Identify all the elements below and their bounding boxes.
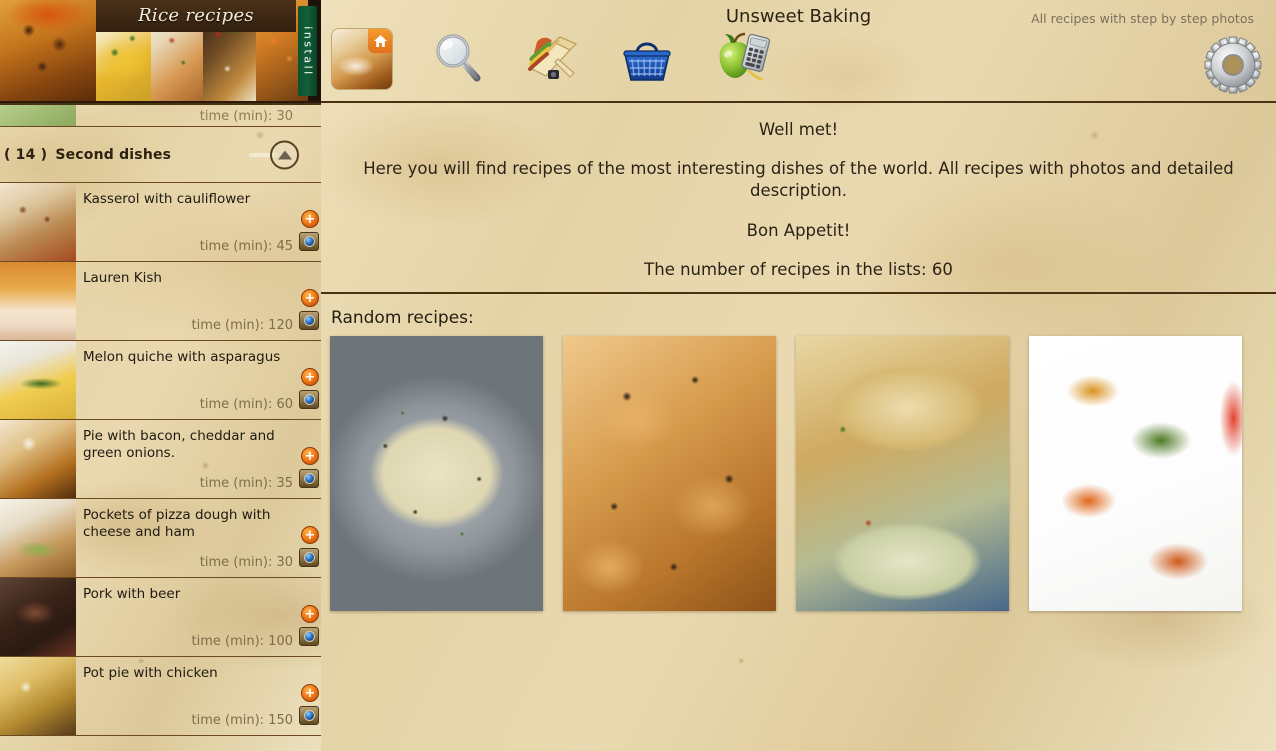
recipe-time: time (min): 45 bbox=[199, 239, 293, 254]
calories-button[interactable] bbox=[712, 28, 771, 90]
home-thumbnail bbox=[331, 28, 393, 90]
recipe-count-text: The number of recipes in the lists: 60 bbox=[644, 260, 953, 279]
recipe-thumbnail bbox=[0, 262, 76, 340]
apple-calculator-icon bbox=[712, 28, 771, 90]
welcome-paragraph: Here you will find recipes of the most i… bbox=[363, 159, 1234, 200]
random-recipes-strip bbox=[321, 336, 1276, 611]
recipe-title: Pie with bacon, cheddar and green onions… bbox=[83, 428, 275, 461]
camera-icon[interactable] bbox=[299, 469, 319, 488]
section-count: ( 14 ) bbox=[4, 146, 48, 163]
camera-icon[interactable] bbox=[299, 390, 319, 409]
ad-banner[interactable]: Rice recipes install bbox=[0, 0, 321, 103]
add-to-list-icon[interactable]: + bbox=[301, 605, 319, 623]
recipe-time: time (min): 60 bbox=[199, 397, 293, 412]
table-row[interactable]: Pie with bacon, cheddar and green onions… bbox=[0, 420, 321, 499]
magnifier-icon bbox=[432, 30, 486, 88]
recipe-title: Melon quiche with asparagus bbox=[83, 349, 281, 365]
list-item-time: time (min): 30 bbox=[199, 109, 293, 124]
add-to-list-icon[interactable]: + bbox=[301, 210, 319, 228]
recipe-thumbnail bbox=[0, 420, 76, 498]
recipe-list[interactable]: time (min): 30 ( 14 ) Second dishes Kass… bbox=[0, 103, 321, 751]
clipped-list-item[interactable]: time (min): 30 bbox=[0, 105, 321, 127]
sandwich-recipes-icon bbox=[524, 28, 582, 90]
table-row[interactable]: Pockets of pizza dough with cheese and h… bbox=[0, 499, 321, 578]
welcome-block: Well met! Here you will find recipes of … bbox=[321, 103, 1276, 294]
recipe-time: time (min): 35 bbox=[199, 476, 293, 491]
recipe-title: Pockets of pizza dough with cheese and h… bbox=[83, 507, 271, 540]
chevron-up-icon[interactable] bbox=[270, 140, 299, 169]
ad-install-button[interactable]: install bbox=[298, 6, 317, 96]
recipe-title: Pot pie with chicken bbox=[83, 665, 218, 681]
gear-icon[interactable] bbox=[1204, 36, 1262, 94]
recipe-title: Lauren Kish bbox=[83, 270, 162, 286]
table-row[interactable]: Pot pie with chicken time (min): 150 + bbox=[0, 657, 321, 736]
add-to-list-icon[interactable]: + bbox=[301, 526, 319, 544]
recipe-time: time (min): 100 bbox=[191, 634, 294, 649]
recipe-thumbnail bbox=[0, 578, 76, 656]
home-icon bbox=[368, 29, 392, 53]
random-recipe-photo-2[interactable] bbox=[563, 336, 776, 611]
home-recipe-button[interactable] bbox=[331, 28, 393, 90]
tagline: All recipes with step by step photos bbox=[1031, 11, 1254, 26]
table-row[interactable]: Lauren Kish time (min): 120 + bbox=[0, 262, 321, 341]
recipe-thumbnail bbox=[0, 183, 76, 261]
ad-title: Rice recipes bbox=[96, 0, 296, 32]
toolbar-icons bbox=[331, 28, 771, 90]
table-row[interactable]: Pork with beer time (min): 100 + bbox=[0, 578, 321, 657]
recipe-title: Pork with beer bbox=[83, 586, 181, 602]
basket-icon bbox=[618, 28, 676, 90]
table-row[interactable]: Melon quiche with asparagus time (min): … bbox=[0, 341, 321, 420]
recipe-time: time (min): 120 bbox=[191, 318, 294, 333]
add-to-list-icon[interactable]: + bbox=[301, 368, 319, 386]
add-to-list-icon[interactable]: + bbox=[301, 447, 319, 465]
toolbar: Unsweet Baking All recipes with step by … bbox=[321, 0, 1276, 103]
bon-appetit-text: Bon Appetit! bbox=[746, 221, 851, 240]
section-header-second-dishes[interactable]: ( 14 ) Second dishes bbox=[0, 127, 321, 183]
recipe-thumbnail bbox=[0, 341, 76, 419]
ad-install-label: install bbox=[301, 26, 314, 77]
recipe-thumbnail bbox=[0, 657, 76, 735]
search-button[interactable] bbox=[431, 28, 487, 90]
camera-icon[interactable] bbox=[299, 548, 319, 567]
main-content: Unsweet Baking All recipes with step by … bbox=[321, 0, 1276, 751]
section-title: Second dishes bbox=[55, 146, 172, 163]
add-to-list-icon[interactable]: + bbox=[301, 289, 319, 307]
list-item-thumbnail bbox=[0, 105, 76, 126]
random-recipes-label: Random recipes: bbox=[331, 308, 474, 328]
camera-icon[interactable] bbox=[299, 627, 319, 646]
welcome-greeting: Well met! bbox=[758, 120, 839, 139]
table-row[interactable]: Kasserol with cauliflower time (min): 45… bbox=[0, 183, 321, 262]
recipes-button[interactable] bbox=[525, 28, 581, 90]
camera-icon[interactable] bbox=[299, 311, 319, 330]
random-recipe-photo-1[interactable] bbox=[330, 336, 543, 611]
camera-icon[interactable] bbox=[299, 232, 319, 251]
recipe-title: Kasserol with cauliflower bbox=[83, 191, 251, 207]
camera-icon[interactable] bbox=[299, 706, 319, 725]
shopping-basket-button[interactable] bbox=[619, 28, 675, 90]
sidebar: Rice recipes install time (min): 30 ( 14… bbox=[0, 0, 321, 751]
recipe-app-window: Rice recipes install time (min): 30 ( 14… bbox=[0, 0, 1276, 751]
add-to-list-icon[interactable]: + bbox=[301, 684, 319, 702]
recipe-thumbnail bbox=[0, 499, 76, 577]
recipe-time: time (min): 30 bbox=[199, 555, 293, 570]
random-recipe-photo-3[interactable] bbox=[796, 336, 1009, 611]
ad-thumb-paella bbox=[0, 0, 96, 101]
recipe-time: time (min): 150 bbox=[191, 713, 294, 728]
random-recipe-photo-4[interactable] bbox=[1029, 336, 1242, 611]
